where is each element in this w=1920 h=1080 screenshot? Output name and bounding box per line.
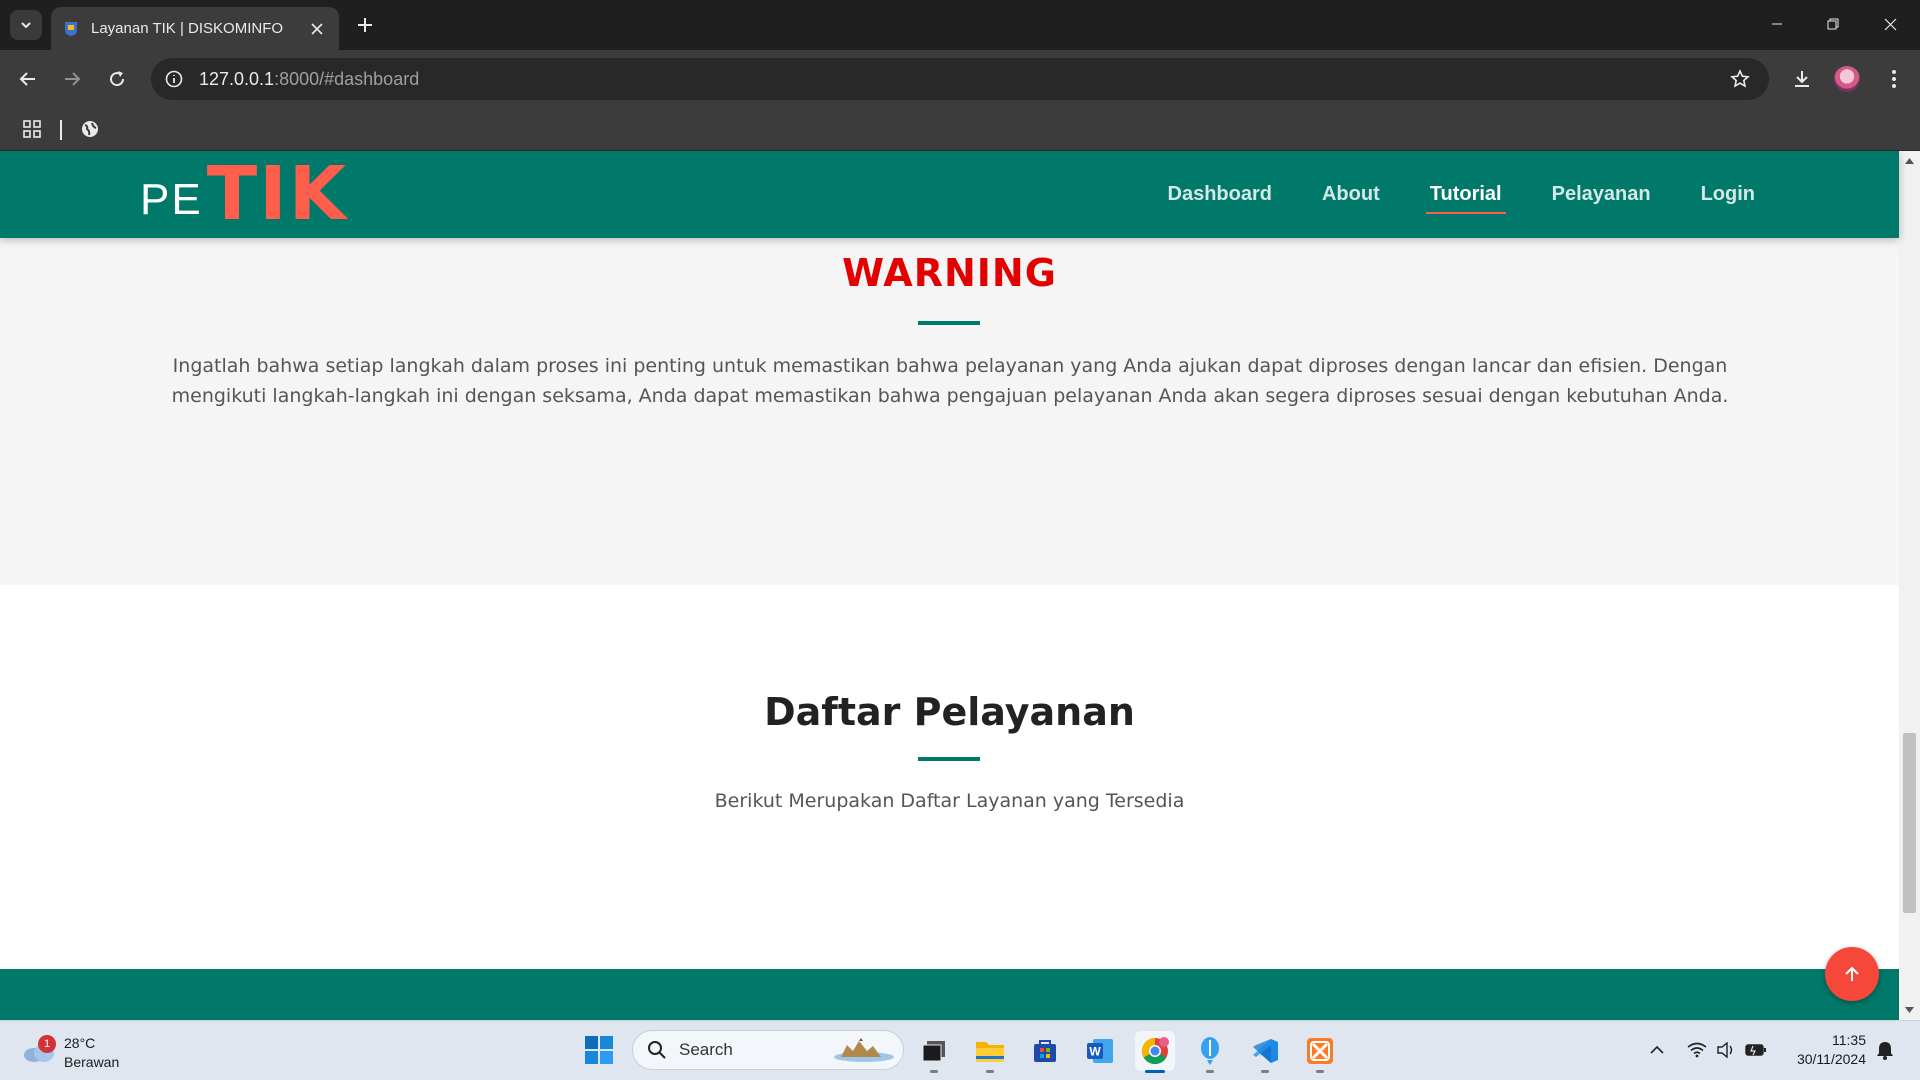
search-highlight-image bbox=[834, 1038, 894, 1062]
folder-icon bbox=[976, 1042, 1004, 1062]
taskbar-file-explorer[interactable] bbox=[970, 1031, 1010, 1073]
tab-search-button[interactable] bbox=[10, 10, 42, 40]
windows-logo-icon bbox=[585, 1036, 613, 1064]
taskbar-word[interactable]: W bbox=[1080, 1031, 1120, 1071]
main-nav: Dashboard About Tutorial Pelayanan Login bbox=[1164, 151, 1759, 238]
battery-icon[interactable] bbox=[1745, 1039, 1767, 1061]
task-view-icon bbox=[922, 1041, 945, 1062]
close-icon bbox=[1884, 18, 1896, 30]
taskbar-search[interactable]: Search bbox=[632, 1030, 904, 1070]
page-scrollbar[interactable] bbox=[1899, 151, 1920, 1020]
nav-dashboard[interactable]: Dashboard bbox=[1164, 177, 1276, 212]
search-label: Search bbox=[679, 1040, 733, 1059]
bookmark-star-icon[interactable] bbox=[1725, 64, 1755, 94]
services-title: Daftar Pelayanan bbox=[764, 690, 1135, 734]
chrome-icon bbox=[1141, 1037, 1169, 1065]
apps-grid-icon[interactable] bbox=[19, 116, 45, 142]
taskbar-vscode[interactable] bbox=[1245, 1031, 1285, 1073]
weather-temp: 28°C bbox=[64, 1035, 96, 1051]
store-icon bbox=[1034, 1040, 1056, 1062]
url-host: 127.0.0.1 bbox=[199, 68, 275, 89]
tray-overflow-chevron-icon[interactable] bbox=[1646, 1039, 1668, 1061]
scrollbar-thumb[interactable] bbox=[1903, 733, 1916, 913]
download-icon bbox=[1795, 71, 1809, 87]
url-path: :8000/#dashboard bbox=[274, 68, 420, 89]
site-info-icon[interactable] bbox=[163, 68, 185, 90]
svg-text:W: W bbox=[1089, 1045, 1101, 1059]
start-button[interactable] bbox=[584, 1035, 614, 1065]
chevron-down-icon bbox=[21, 22, 31, 29]
globe-icon[interactable] bbox=[77, 116, 103, 142]
notification-bell-icon[interactable] bbox=[1874, 1039, 1896, 1061]
nav-login[interactable]: Login bbox=[1697, 177, 1759, 212]
site-header: PE TIK Dashboard About Tutorial Pelayana… bbox=[0, 151, 1899, 238]
balloon-app-icon bbox=[1201, 1037, 1219, 1065]
profile-avatar[interactable] bbox=[1834, 66, 1860, 92]
scroll-up-arrow-icon[interactable] bbox=[1904, 155, 1915, 166]
restore-button[interactable] bbox=[1811, 6, 1855, 42]
volume-icon[interactable] bbox=[1715, 1039, 1737, 1061]
page-viewport: WARNING Ingatlah bahwa setiap langkah da… bbox=[0, 151, 1920, 1020]
word-icon: W bbox=[1087, 1039, 1113, 1063]
reload-button[interactable] bbox=[102, 64, 132, 94]
footer-band bbox=[0, 969, 1899, 1020]
windows-taskbar: 1 28°C Berawan Search W 11:35 30/11/2024 bbox=[0, 1020, 1920, 1080]
arrow-right-icon bbox=[65, 72, 81, 86]
warning-title: WARNING bbox=[842, 251, 1057, 295]
warning-text: Ingatlah bahwa setiap langkah dalam pros… bbox=[171, 355, 1729, 407]
taskbar-xampp[interactable] bbox=[1300, 1031, 1340, 1073]
taskbar-app-balloon[interactable] bbox=[1190, 1031, 1230, 1073]
nav-tutorial[interactable]: Tutorial bbox=[1425, 177, 1506, 214]
weather-badge: 1 bbox=[38, 1035, 56, 1053]
services-subtitle: Berikut Merupakan Daftar Layanan yang Te… bbox=[714, 790, 1185, 812]
wifi-icon[interactable] bbox=[1686, 1039, 1708, 1061]
close-window-button[interactable] bbox=[1868, 6, 1912, 42]
back-to-top-button[interactable] bbox=[1825, 947, 1879, 1001]
warning-divider bbox=[918, 321, 980, 325]
clock-time: 11:35 bbox=[1832, 1032, 1866, 1048]
arrow-left-icon bbox=[19, 72, 35, 86]
reload-icon bbox=[110, 71, 125, 87]
browser-menu-button[interactable] bbox=[1879, 64, 1909, 94]
new-tab-button[interactable] bbox=[352, 12, 378, 38]
nav-about[interactable]: About bbox=[1318, 177, 1384, 212]
restore-icon bbox=[1827, 18, 1839, 30]
downloads-button[interactable] bbox=[1787, 64, 1817, 94]
xampp-icon bbox=[1307, 1038, 1333, 1064]
forward-button[interactable] bbox=[57, 64, 87, 94]
browser-tab-bar: Layanan TIK | DISKOMINFO bbox=[0, 0, 1920, 50]
minimize-icon bbox=[1772, 23, 1782, 25]
taskbar-chrome[interactable] bbox=[1135, 1031, 1175, 1073]
bookmark-separator bbox=[60, 120, 62, 140]
taskbar-task-view[interactable] bbox=[914, 1031, 954, 1073]
logo-pe: PE bbox=[140, 175, 203, 224]
services-section: Daftar Pelayanan Berikut Merupakan Dafta… bbox=[0, 585, 1899, 969]
plus-icon bbox=[358, 18, 372, 32]
logo-tik: TIK bbox=[206, 151, 349, 237]
browser-tab-active[interactable]: Layanan TIK | DISKOMINFO bbox=[51, 7, 339, 50]
weather-desc: Berawan bbox=[64, 1054, 120, 1070]
vscode-icon bbox=[1253, 1039, 1278, 1063]
search-icon bbox=[648, 1041, 666, 1059]
nav-pelayanan[interactable]: Pelayanan bbox=[1548, 177, 1655, 212]
taskbar-clock[interactable]: 11:35 30/11/2024 bbox=[1786, 1031, 1866, 1069]
browser-toolbar: 127.0.0.1:8000/#dashboard bbox=[0, 50, 1920, 108]
tab-close-icon[interactable] bbox=[307, 19, 327, 39]
tab-title: Layanan TIK | DISKOMINFO bbox=[91, 20, 284, 37]
back-button[interactable] bbox=[13, 64, 43, 94]
minimize-button[interactable] bbox=[1755, 6, 1799, 42]
site-logo[interactable]: PE TIK bbox=[140, 157, 348, 231]
scroll-down-arrow-icon[interactable] bbox=[1904, 1004, 1915, 1015]
weather-widget[interactable]: 1 28°C Berawan bbox=[22, 1029, 142, 1073]
bookmarks-bar bbox=[0, 108, 1920, 151]
taskbar-ms-store[interactable] bbox=[1025, 1031, 1065, 1071]
arrow-up-icon bbox=[1845, 966, 1859, 981]
services-divider bbox=[918, 757, 980, 761]
address-bar[interactable]: 127.0.0.1:8000/#dashboard bbox=[151, 58, 1769, 100]
site-favicon-icon bbox=[65, 21, 77, 36]
more-vertical-icon bbox=[1892, 70, 1896, 88]
url-text[interactable]: 127.0.0.1:8000/#dashboard bbox=[199, 69, 1725, 90]
clock-date: 30/11/2024 bbox=[1796, 1051, 1866, 1067]
